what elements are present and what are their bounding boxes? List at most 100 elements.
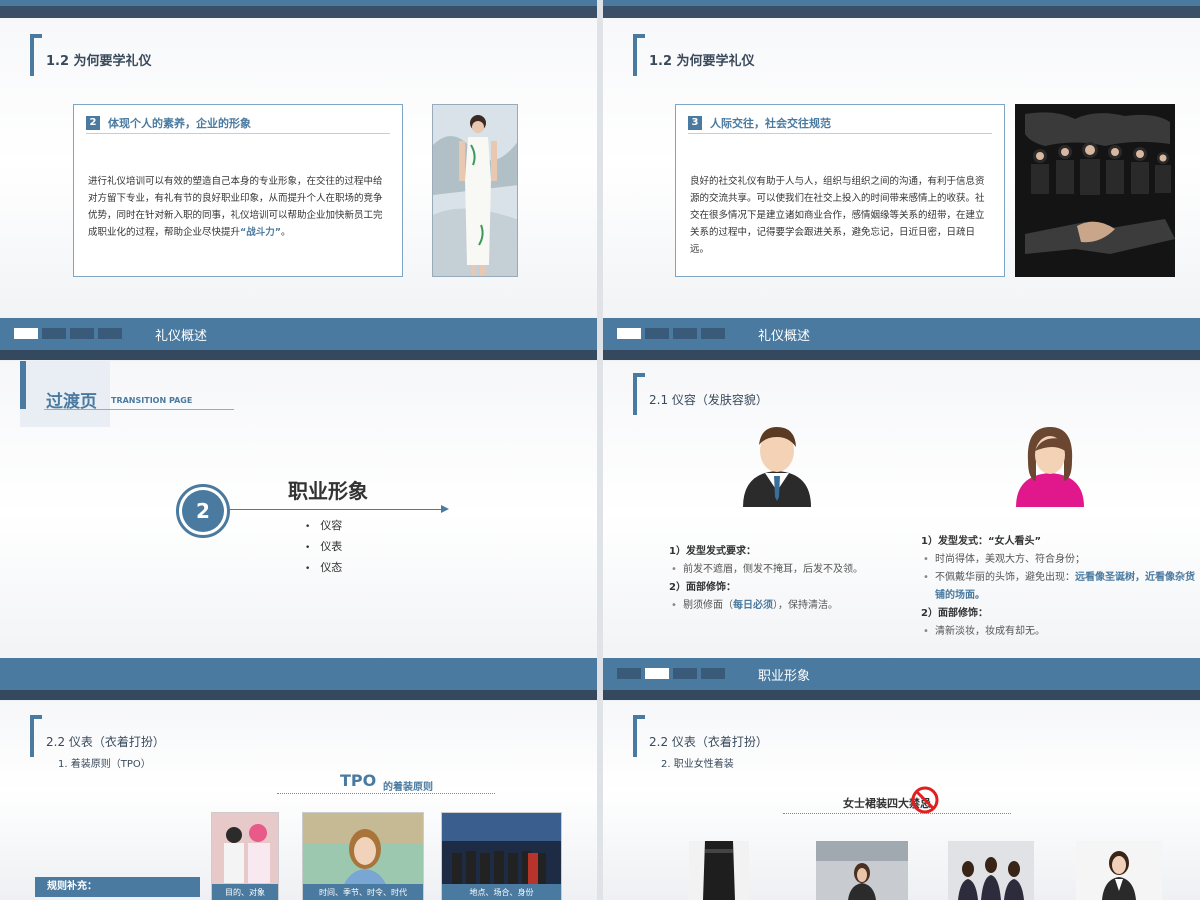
- footer-band-dark: [0, 350, 597, 360]
- male-face-item: 剔须修面（每日必须），保持清洁。: [669, 597, 929, 615]
- female-requirements: 1）发型发式：“女人看头” 时尚得体，美观大方、符合身份； 不佩戴华丽的头饰，避…: [921, 533, 1196, 641]
- section-title: 2.2 仪表（衣着打扮）: [649, 735, 768, 749]
- section-title: 1.2 为何要学礼仪: [649, 54, 755, 69]
- card-label: 地点、场合、身份: [442, 884, 561, 900]
- number-badge: 3: [688, 116, 702, 130]
- footer-bar: 职业形象: [603, 658, 1200, 690]
- footer-label: 礼仪概述: [155, 329, 208, 344]
- progress-block-1: [14, 328, 38, 339]
- photo-card-2: 时间、季节、时令、时代: [302, 812, 424, 900]
- female-hair-item-1: 时尚得体，美观大方、符合身份；: [921, 551, 1196, 569]
- skirt-photo: [689, 841, 749, 900]
- progress-block-2: [42, 328, 66, 339]
- footer-bar: [0, 658, 597, 690]
- title-corner-decoration: [30, 715, 42, 757]
- content-box: 3 人际交往，社会交往规范 良好的社交礼仪有助于人与人，组织与组织之间的沟通，有…: [675, 104, 1005, 277]
- box-heading: 2 体现个人的素养，企业的形象: [86, 115, 251, 131]
- card-label: 目的、对象: [212, 884, 278, 900]
- prohibited-icon: [911, 786, 939, 814]
- tpo-suffix: 的着装原则: [383, 782, 433, 793]
- slide-3[interactable]: 过渡页 TRANSITION PAGE 2 职业形象 仪容 仪表 仪态: [0, 361, 597, 701]
- progress-block-4: [701, 328, 725, 339]
- qipao-woman-photo: [432, 104, 518, 277]
- transition-subtitle: TRANSITION PAGE: [111, 396, 193, 405]
- top-band-dark: [603, 6, 1200, 18]
- section-title: 2.2 仪表（衣着打扮）: [46, 735, 165, 749]
- dotted-divider: [277, 793, 495, 794]
- divider: [688, 133, 992, 134]
- arrow-head-icon: [441, 505, 449, 513]
- office-woman-photo: [816, 841, 908, 900]
- woman-illustration: [433, 105, 517, 276]
- female-avatar-icon: [1016, 427, 1084, 507]
- photo-card-1: 目的、对象: [211, 812, 279, 900]
- progress-blocks: [14, 328, 122, 339]
- list-item: 仪容: [305, 516, 342, 537]
- male-hair-heading: 1）发型发式要求：: [669, 546, 756, 557]
- male-face-heading: 2）面部修饰：: [669, 582, 736, 593]
- business-woman-photo: [1076, 841, 1162, 900]
- slide-4[interactable]: 2.1 仪容（发肤容貌） 1）发型发式要求： 前发不遮眉，侧发不掩耳，后发不及领…: [603, 361, 1200, 701]
- section-title: 1.2 为何要学礼仪: [46, 54, 152, 69]
- title-corner-decoration: [30, 34, 42, 76]
- transition-bar: [20, 361, 26, 409]
- female-hair-item-2: 不佩戴华丽的头饰，避免出现：远看像圣诞树，近看像杂货铺的场面。: [921, 569, 1196, 605]
- title-corner-decoration: [633, 34, 645, 76]
- slide-1[interactable]: 1.2 为何要学礼仪 2 体现个人的素养，企业的形象 进行礼仪培训可以有效的塑造…: [0, 0, 597, 361]
- divider: [86, 133, 390, 134]
- body-end: 。: [281, 227, 291, 238]
- footer-bar: 礼仪概述: [603, 318, 1200, 350]
- business-people-photo: [1015, 104, 1175, 277]
- footer-label: 职业形象: [758, 669, 811, 684]
- box-heading: 3 人际交往，社会交往规范: [688, 115, 831, 131]
- footer-label: 礼仪概述: [758, 329, 811, 344]
- female-face-heading: 2）面部修饰：: [921, 608, 988, 619]
- progress-block-2: [645, 668, 669, 679]
- group-women-photo: [948, 841, 1034, 900]
- footer-band-dark: [603, 350, 1200, 360]
- photo-card-3: 地点、场合、身份: [441, 812, 562, 900]
- dotted-divider: [783, 813, 1011, 814]
- card-label: 时间、季节、时令、时代: [303, 884, 423, 900]
- chapter-items: 仪容 仪表 仪态: [305, 516, 342, 579]
- progress-blocks: [617, 328, 725, 339]
- slide-2[interactable]: 1.2 为何要学礼仪 3 人际交往，社会交往规范 良好的社交礼仪有助于人与人，组…: [603, 0, 1200, 361]
- footer-band-dark: [603, 690, 1200, 700]
- footer-band-dark: [0, 690, 597, 700]
- box-heading-text: 体现个人的素养，企业的形象: [108, 117, 251, 130]
- progress-block-2: [645, 328, 669, 339]
- top-band-dark: [0, 6, 597, 18]
- progress-block-3: [673, 328, 697, 339]
- list-item: 仪态: [305, 558, 342, 579]
- highlight-text: “战斗力”: [240, 227, 282, 238]
- chapter-number: 2: [182, 490, 224, 532]
- progress-block-3: [70, 328, 94, 339]
- male-hair-item: 前发不遮眉，侧发不掩耳，后发不及领。: [669, 561, 929, 579]
- title-corner-decoration: [633, 373, 645, 415]
- female-hair-heading: 1）发型发式：“女人看头”: [921, 536, 1042, 547]
- arrow-line: [230, 509, 444, 510]
- rule-label: 规则补充：: [35, 877, 200, 897]
- slide-5[interactable]: 2.2 仪表（衣着打扮） 1. 着装原则（TPO） TPO 的着装原则 规则补充…: [0, 701, 597, 900]
- progress-block-4: [98, 328, 122, 339]
- title-corner-decoration: [633, 715, 645, 757]
- sub-title: 2. 职业女性着装: [661, 759, 734, 770]
- footer-bar: 礼仪概述: [0, 318, 597, 350]
- box-heading-text: 人际交往，社会交往规范: [710, 117, 831, 130]
- male-requirements: 1）发型发式要求： 前发不遮眉，侧发不掩耳，后发不及领。 2）面部修饰： 剔须修…: [669, 543, 929, 615]
- handshake-illustration: [1015, 104, 1175, 277]
- male-avatar-icon: [743, 427, 811, 507]
- progress-block-1: [617, 668, 641, 679]
- list-item: 仪表: [305, 537, 342, 558]
- tpo-title: TPO: [340, 771, 377, 790]
- section-title: 2.1 仪容（发肤容貌）: [649, 393, 768, 407]
- sub-title: 1. 着装原则（TPO）: [58, 759, 151, 770]
- slide-6[interactable]: 2.2 仪表（衣着打扮） 2. 职业女性着装 女士裙装四大禁忌: [603, 701, 1200, 900]
- female-face-item: 清新淡妆，妆成有却无。: [921, 623, 1196, 641]
- progress-block-1: [617, 328, 641, 339]
- chapter-title: 职业形象: [288, 479, 368, 503]
- content-box: 2 体现个人的素养，企业的形象 进行礼仪培训可以有效的塑造自己本身的专业形象，在…: [73, 104, 403, 277]
- body-text: 进行礼仪培训可以有效的塑造自己本身的专业形象，在交往的过程中给对方留下专业，有礼…: [88, 176, 383, 238]
- transition-underline: [44, 409, 234, 410]
- box-body: 良好的社交礼仪有助于人与人，组织与组织之间的沟通，有利于信息资源的交流共享。可以…: [690, 176, 985, 255]
